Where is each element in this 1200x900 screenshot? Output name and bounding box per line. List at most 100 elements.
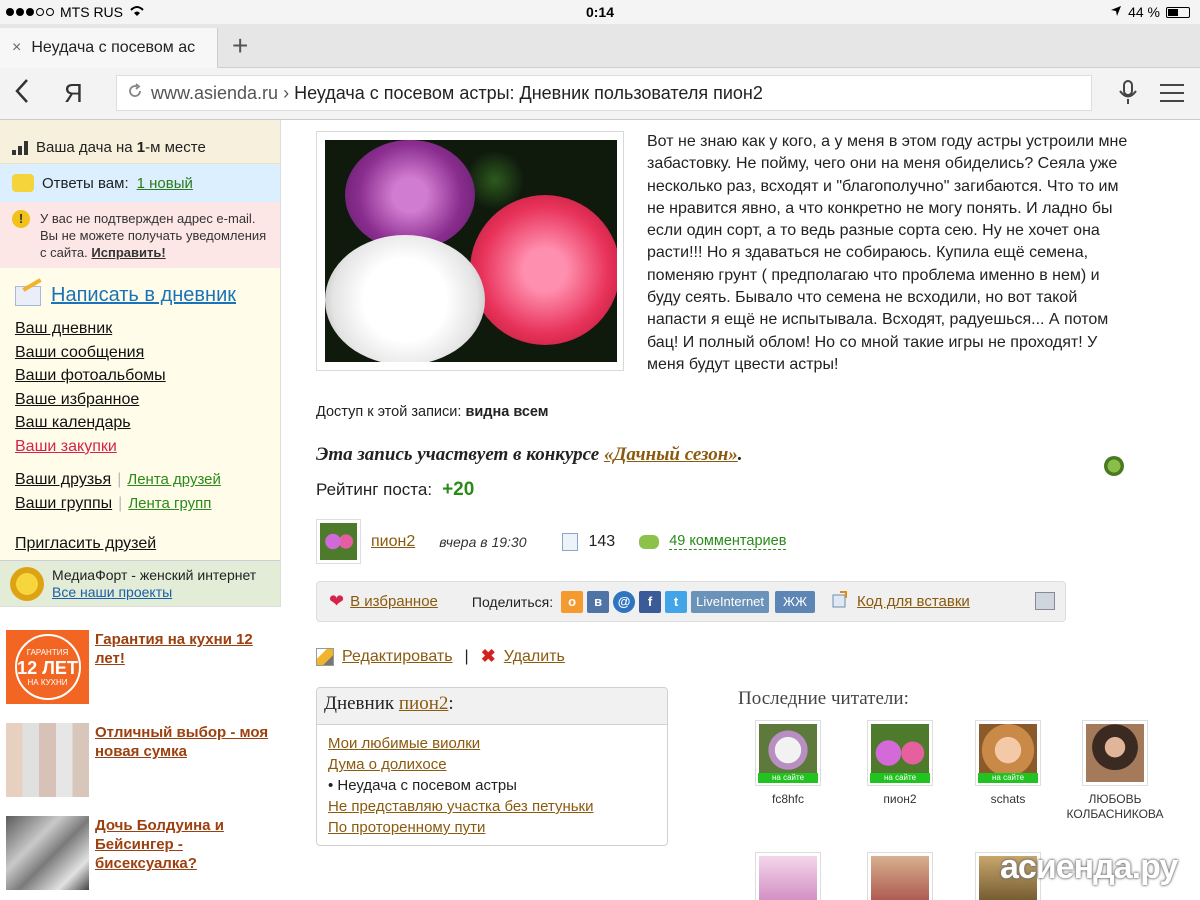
odnoklassniki-icon[interactable]: о: [561, 590, 584, 613]
diary-entry-link[interactable]: Дума о долихосе: [328, 756, 447, 773]
print-icon[interactable]: [1035, 592, 1055, 610]
reader-avatar[interactable]: на сайте: [975, 720, 1041, 786]
diary-entry-link[interactable]: Не представляю участка без петуньки: [328, 798, 594, 815]
reader-card[interactable]: на сайте пион2: [850, 720, 950, 807]
my-albums-link[interactable]: Ваши фотоальбомы: [15, 364, 280, 388]
contest-notice: Эта запись участвует в конкурсе «Дачный …: [316, 444, 743, 465]
ad-title[interactable]: Отличный выбор - моя новая сумка: [95, 723, 281, 797]
livejournal-button[interactable]: ЖЖ: [775, 590, 816, 613]
status-bar: MTS RUS 0:14 44 %: [0, 0, 1200, 24]
share-label: Поделиться:: [471, 593, 554, 610]
ad-item[interactable]: Дочь Болдуина и Бейсингер - бисексуалка?: [6, 816, 281, 890]
battery-percent: 44 %: [1128, 4, 1160, 20]
all-projects-link[interactable]: Все наши проекты: [52, 584, 172, 600]
ad-image[interactable]: ГАРАНТИЯ 12 ЛЕТ НА КУХНИ: [6, 630, 89, 704]
new-tab-button[interactable]: +: [232, 32, 248, 60]
url-domain: www.asienda.ru: [151, 82, 279, 103]
my-diary-link[interactable]: Ваш дневник: [15, 317, 280, 341]
readers-title: Последние читатели:: [738, 688, 909, 709]
reader-avatar[interactable]: на сайте: [755, 720, 821, 786]
embed-code-link[interactable]: Код для вставки: [857, 593, 970, 610]
url-separator: ›: [283, 82, 290, 103]
ad-title[interactable]: Дочь Болдуина и Бейсингер - бисексуалка?: [95, 816, 281, 890]
contest-link[interactable]: «Дачный сезон»: [604, 444, 738, 465]
pencil-icon: [316, 647, 334, 666]
reader-card[interactable]: на сайте schats: [958, 720, 1058, 807]
post-photo[interactable]: [316, 131, 624, 371]
diary-entries: Мои любимые виолки Дума о долихосе • Неу…: [317, 725, 667, 838]
write-diary-link[interactable]: Написать в дневник: [51, 284, 236, 307]
my-favorites-link[interactable]: Ваше избранное: [15, 388, 280, 412]
twitter-icon[interactable]: t: [665, 590, 688, 613]
reader-avatar[interactable]: [1082, 720, 1148, 786]
my-messages-link[interactable]: Ваши сообщения: [15, 341, 280, 365]
facebook-icon[interactable]: f: [639, 590, 662, 613]
tab-title: Неудача с посевом ас: [31, 39, 196, 56]
clock: 0:14: [585, 4, 615, 20]
author-link[interactable]: пион2: [371, 533, 415, 551]
online-badge: на сайте: [978, 773, 1038, 783]
add-favorite-link[interactable]: В избранное: [350, 593, 438, 610]
diary-owner-link[interactable]: пион2: [399, 693, 449, 714]
menu-icon[interactable]: [1160, 84, 1184, 108]
mailru-icon[interactable]: @: [613, 590, 636, 613]
current-entry: • Неудача с посевом астры: [328, 777, 517, 794]
reader-avatar[interactable]: [755, 852, 821, 900]
back-button[interactable]: [14, 78, 30, 110]
post-meta: пион2 вчера в 19:30 143 49 комментариев: [316, 519, 787, 564]
ad-item[interactable]: ГАРАНТИЯ 12 ЛЕТ НА КУХНИ Гарантия на кухни…: [6, 630, 281, 704]
reader-avatar[interactable]: на сайте: [867, 720, 933, 786]
liveinternet-button[interactable]: LiveInternet: [691, 590, 770, 613]
site-watermark: асиенда.ру: [1000, 848, 1178, 886]
ladybug-icon[interactable]: [1104, 456, 1124, 476]
warning-icon: !: [12, 210, 30, 228]
edit-link[interactable]: Редактировать: [342, 648, 453, 666]
comments-link[interactable]: 49 комментариев: [669, 533, 787, 550]
post-text: Вот не знаю как у кого, а у меня в этом …: [647, 133, 1128, 373]
answers-link[interactable]: 1 новый: [137, 175, 193, 192]
microphone-icon[interactable]: [1118, 80, 1138, 111]
author-avatar[interactable]: [316, 519, 361, 564]
my-groups-link[interactable]: Ваши группы: [15, 492, 112, 516]
email-warning: ! У вас не подтвержден адрес e-mail. Вы …: [0, 202, 280, 268]
my-friends-link[interactable]: Ваши друзья: [15, 468, 111, 492]
vkontakte-icon[interactable]: в: [587, 590, 610, 613]
tab-close-icon[interactable]: ×: [12, 39, 21, 57]
notepad-icon: [15, 285, 41, 306]
reader-card[interactable]: [850, 852, 950, 900]
list-item: Мои любимые виолки: [328, 733, 667, 754]
reader-avatar[interactable]: [867, 852, 933, 900]
reload-icon[interactable]: [127, 82, 143, 104]
ad-item[interactable]: Отличный выбор - моя новая сумка: [6, 723, 281, 797]
reader-name: ЛЮБОВЬ КОЛБАСНИКОВА: [1066, 792, 1164, 821]
my-calendar-link[interactable]: Ваш календарь: [15, 411, 280, 435]
delete-link[interactable]: Удалить: [504, 648, 565, 666]
friends-feed-link[interactable]: Лента друзей: [127, 468, 221, 492]
tab-current[interactable]: × Неудача с посевом ас: [0, 28, 218, 68]
online-badge: на сайте: [870, 773, 930, 783]
post-rating: Рейтинг поста: +20: [316, 479, 475, 500]
diary-entry-link[interactable]: По проторенному пути: [328, 819, 485, 836]
list-item: По проторенному пути: [328, 817, 667, 838]
address-bar[interactable]: www.asienda.ru › Неудача с посевом астры…: [116, 75, 1092, 111]
diary-entry-link[interactable]: Мои любимые виолки: [328, 735, 480, 752]
reader-card[interactable]: на сайте fc8hfc: [738, 720, 838, 807]
reader-card[interactable]: ЛЮБОВЬ КОЛБАСНИКОВА: [1060, 720, 1170, 822]
reader-card[interactable]: [738, 852, 838, 900]
embed-icon: [831, 590, 849, 613]
comments-icon: [639, 534, 660, 549]
ad-image[interactable]: [6, 723, 89, 797]
online-badge: на сайте: [758, 773, 818, 783]
ad-title[interactable]: Гарантия на кухни 12 лет!: [95, 630, 281, 704]
groups-feed-link[interactable]: Лента групп: [128, 492, 211, 516]
ad-image[interactable]: [6, 816, 89, 890]
fix-email-link[interactable]: Исправить!: [91, 245, 165, 260]
mediafort-block: МедиаФорт - женский интернет Все наши пр…: [0, 560, 280, 606]
speech-bubble-icon: [12, 174, 34, 192]
heart-icon[interactable]: ❤: [329, 591, 344, 612]
views-count: 143: [588, 532, 616, 550]
yandex-logo[interactable]: Я: [64, 79, 83, 107]
access-info: Доступ к этой записи: видна всем: [316, 404, 549, 420]
invite-friends-link[interactable]: Пригласить друзей: [15, 532, 280, 556]
my-purchases-link[interactable]: Ваши закупки: [15, 435, 280, 459]
